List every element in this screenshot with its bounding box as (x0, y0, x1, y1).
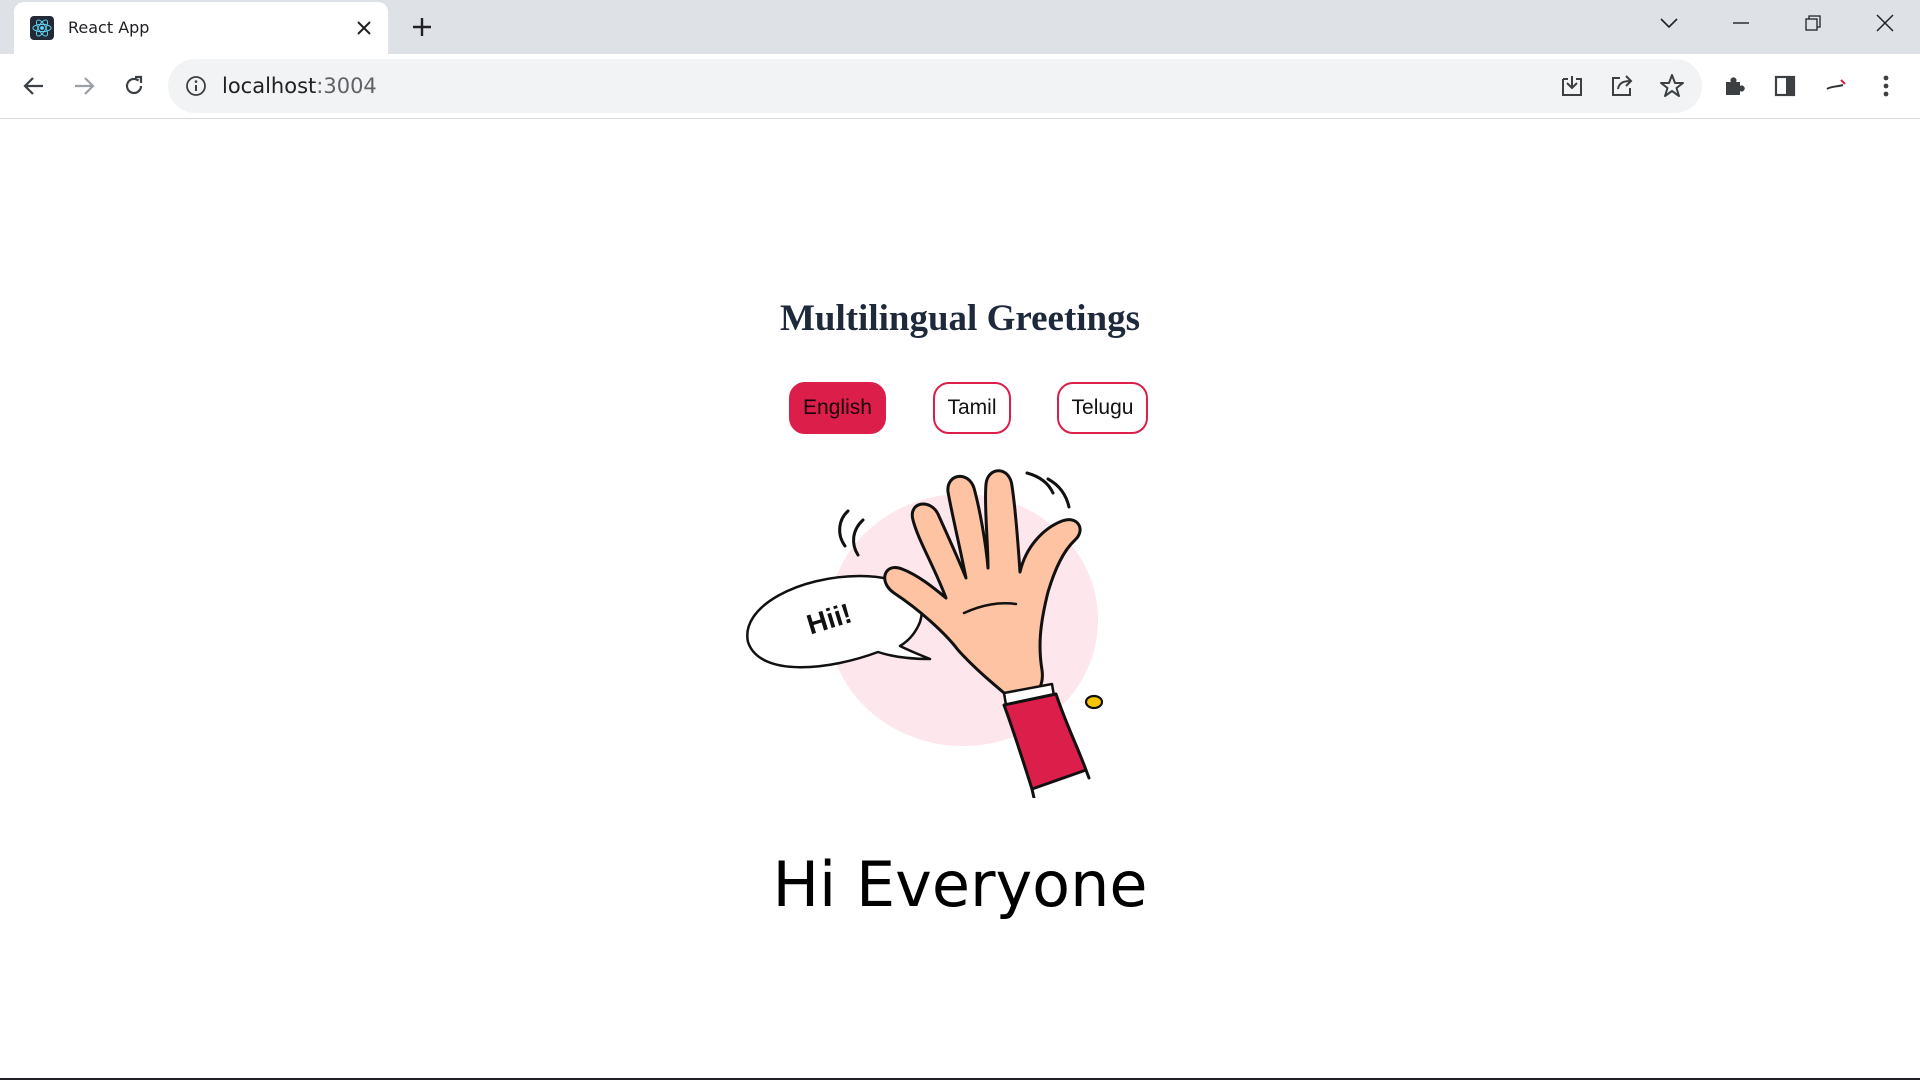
reload-icon[interactable] (114, 66, 154, 106)
page-content: Multilingual Greetings English Tamil Tel… (0, 120, 1920, 1078)
react-icon (30, 16, 54, 40)
minimize-icon[interactable] (1710, 0, 1772, 46)
sleeve-button-icon (1084, 694, 1104, 710)
url-host: localhost (222, 74, 317, 98)
share-icon[interactable] (1607, 71, 1637, 101)
close-window-icon[interactable] (1854, 0, 1916, 46)
language-button-telugu[interactable]: Telugu (1057, 382, 1148, 434)
info-icon[interactable] (184, 74, 208, 98)
more-vert-icon[interactable] (1866, 66, 1906, 106)
restore-icon[interactable] (1782, 0, 1844, 46)
install-icon[interactable] (1557, 71, 1587, 101)
greeting-text: Hi Everyone (772, 848, 1148, 921)
language-button-tamil[interactable]: Tamil (933, 382, 1011, 434)
star-icon[interactable] (1657, 71, 1687, 101)
browser-tab[interactable]: React App (14, 2, 388, 54)
arrow-right-icon[interactable] (64, 66, 104, 106)
address-bar[interactable]: localhost:3004 (168, 59, 1702, 113)
url-text: localhost:3004 (222, 74, 377, 98)
close-icon[interactable] (350, 14, 378, 42)
tab-strip: React App (0, 0, 1920, 54)
arrow-left-icon[interactable] (14, 66, 54, 106)
puzzle-icon[interactable] (1715, 66, 1755, 106)
avatar[interactable] (1816, 66, 1856, 106)
tab-title: React App (68, 18, 150, 37)
language-button-english[interactable]: English (789, 382, 886, 434)
plus-icon[interactable] (405, 11, 439, 43)
url-port: :3004 (316, 74, 377, 98)
waving-hand-illustration: Hii! (746, 469, 1098, 798)
side-panel-icon[interactable] (1765, 66, 1805, 106)
browser-toolbar: localhost:3004 (0, 54, 1920, 119)
page-title: Multilingual Greetings (779, 298, 1141, 339)
sleeve (1002, 692, 1088, 791)
chevron-down-icon[interactable] (1638, 0, 1700, 46)
